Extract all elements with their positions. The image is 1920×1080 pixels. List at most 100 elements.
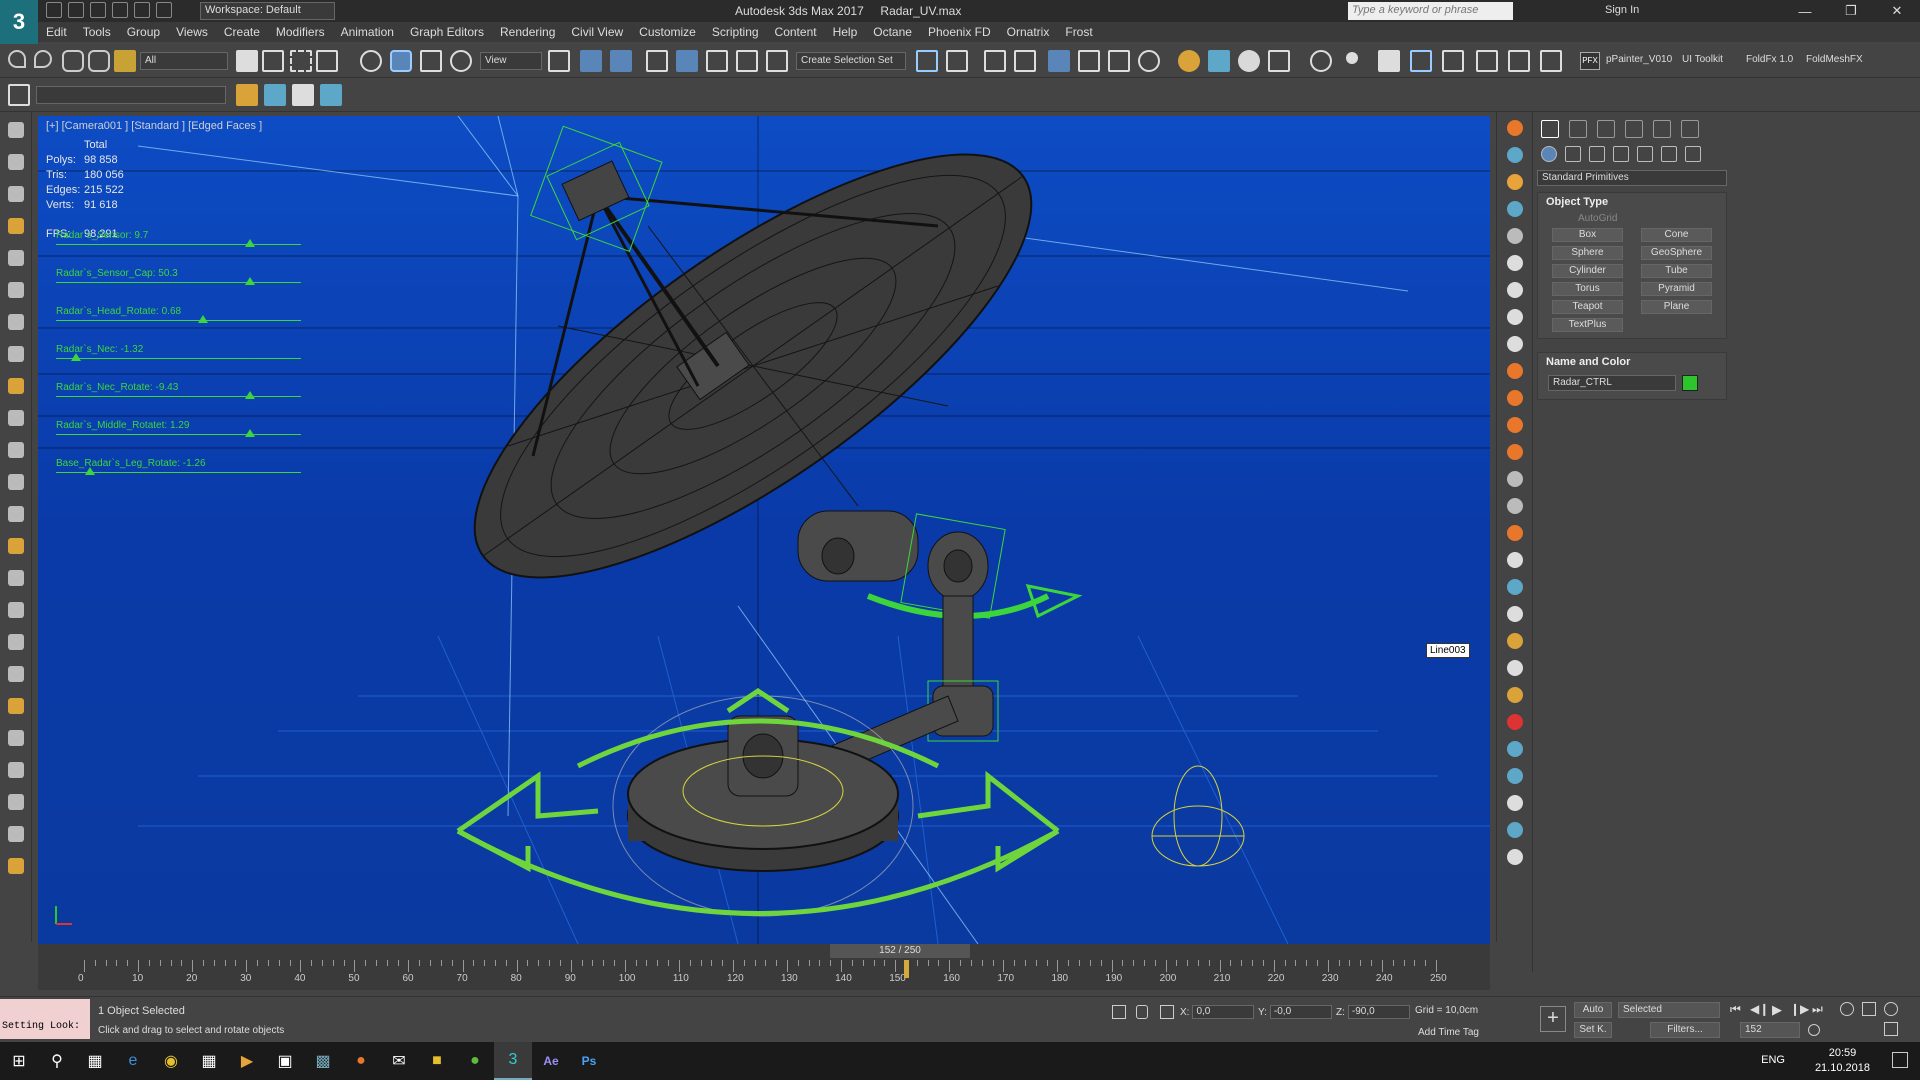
helper-sphere[interactable] xyxy=(1151,765,1245,867)
workspace-dropdown[interactable]: Workspace: Default xyxy=(200,2,335,20)
plugin-icon-1[interactable] xyxy=(1410,50,1432,72)
primitive-tube-button[interactable]: Tube xyxy=(1641,264,1712,278)
scene-render[interactable] xyxy=(38,116,1490,944)
globe-icon[interactable] xyxy=(1310,50,1332,72)
modify-tab-icon[interactable] xyxy=(1569,120,1587,138)
lights-icon[interactable] xyxy=(8,250,24,266)
menu-scripting[interactable]: Scripting xyxy=(704,25,767,39)
primitive-cone-button[interactable]: Cone xyxy=(1641,228,1712,242)
after-effects-icon[interactable]: Ae xyxy=(532,1042,570,1080)
tool-strip-icon[interactable] xyxy=(1507,363,1523,379)
tool-strip-icon[interactable] xyxy=(1507,228,1523,244)
search-icon[interactable]: ⚲ xyxy=(38,1042,76,1080)
render-region-icon[interactable] xyxy=(1268,50,1290,72)
redo-icon[interactable] xyxy=(134,2,150,18)
primitive-pyramid-button[interactable]: Pyramid xyxy=(1641,282,1712,296)
language-indicator[interactable]: ENG xyxy=(1761,1054,1785,1066)
close-icon[interactable]: ✕ xyxy=(1874,0,1920,22)
move-icon[interactable] xyxy=(360,50,382,72)
custom-slider[interactable]: Radar`s_Nec: -1.32 xyxy=(56,344,301,361)
scene-explorer-toggle-icon[interactable] xyxy=(8,84,30,106)
greenshot-icon[interactable]: ● xyxy=(456,1042,494,1080)
slider-track[interactable] xyxy=(56,282,301,283)
render-icon[interactable] xyxy=(8,218,24,234)
menu-customize[interactable]: Customize xyxy=(631,25,704,39)
category-dropdown[interactable]: Standard Primitives xyxy=(1537,170,1727,186)
menu-ornatrix[interactable]: Ornatrix xyxy=(999,25,1058,39)
foldmeshfx-button[interactable]: FoldMeshFX xyxy=(1806,54,1863,65)
tool-strip-icon[interactable] xyxy=(1507,660,1523,676)
minimize-icon[interactable]: — xyxy=(1782,0,1828,22)
tool-strip-icon[interactable] xyxy=(1507,417,1523,433)
wind-icon[interactable] xyxy=(8,698,24,714)
custom-slider[interactable]: Radar`s_Nec_Rotate: -9.43 xyxy=(56,382,301,399)
new-file-icon[interactable] xyxy=(46,2,62,18)
tool-strip-icon[interactable] xyxy=(1507,498,1523,514)
display-tab-icon[interactable] xyxy=(1653,120,1671,138)
sun-icon[interactable] xyxy=(8,474,24,490)
create-tab-icon[interactable] xyxy=(1541,120,1559,138)
notes-icon[interactable]: ▩ xyxy=(304,1042,342,1080)
navigation-icon[interactable] xyxy=(8,122,24,138)
plugin-icon-4[interactable] xyxy=(1508,50,1530,72)
tool-strip-icon[interactable] xyxy=(1507,741,1523,757)
camera-icon[interactable] xyxy=(8,282,24,298)
select-manipulate-icon[interactable] xyxy=(580,50,602,72)
hierarchy-tab-icon[interactable] xyxy=(1597,120,1615,138)
scene-explorer-icon[interactable] xyxy=(984,50,1006,72)
task-view-icon[interactable]: ▦ xyxy=(76,1042,114,1080)
menu-create[interactable]: Create xyxy=(216,25,268,39)
place-icon[interactable] xyxy=(450,50,472,72)
keyboard-shortcut-icon[interactable] xyxy=(610,50,632,72)
region-select-icon[interactable] xyxy=(290,50,312,72)
tool-strip-icon[interactable] xyxy=(1507,309,1523,325)
next-frame-icon[interactable]: ❙▶ xyxy=(1790,1002,1809,1016)
menu-group[interactable]: Group xyxy=(119,25,168,39)
menu-edit[interactable]: Edit xyxy=(38,25,75,39)
start-icon[interactable]: ⊞ xyxy=(0,1042,38,1080)
cameras-icon[interactable] xyxy=(1613,146,1629,162)
tool-strip-icon[interactable] xyxy=(1507,849,1523,865)
tool-strip-icon[interactable] xyxy=(1507,795,1523,811)
primitive-plane-button[interactable]: Plane xyxy=(1641,300,1712,314)
slider-track[interactable] xyxy=(56,244,301,245)
hair-icon[interactable] xyxy=(8,666,24,682)
tool-strip-icon[interactable] xyxy=(1507,390,1523,406)
zoom-icon[interactable] xyxy=(1840,1002,1854,1016)
spacewarps-icon[interactable] xyxy=(1661,146,1677,162)
custom-slider[interactable]: Radar`s_Sensor_Cap: 50.3 xyxy=(56,268,301,285)
play-icon[interactable]: ▶ xyxy=(1772,1002,1782,1018)
material-editor-icon[interactable] xyxy=(1138,50,1160,72)
selection-filter-dropdown[interactable]: All xyxy=(140,52,228,70)
maxscript-listener[interactable]: Setting Look: xyxy=(0,999,90,1039)
orbit-icon[interactable] xyxy=(1884,1002,1898,1016)
tool-strip-icon[interactable] xyxy=(1507,471,1523,487)
custom-slider[interactable]: Radar`s_Sensor: 9.7 xyxy=(56,230,301,247)
maximize-icon[interactable]: ❐ xyxy=(1828,0,1874,22)
scale-icon[interactable] xyxy=(420,50,442,72)
tool-strip-icon[interactable] xyxy=(1507,552,1523,568)
photoshop-icon[interactable]: Ps xyxy=(570,1042,608,1080)
primitive-geosphere-button[interactable]: GeoSphere xyxy=(1641,246,1712,260)
object-type-title[interactable]: Object Type xyxy=(1538,193,1726,211)
snap-toggle-icon[interactable] xyxy=(646,50,668,72)
tool-strip-icon[interactable] xyxy=(1507,120,1523,136)
selection-set-dropdown[interactable]: Create Selection Set xyxy=(796,52,906,70)
script-icon[interactable] xyxy=(8,826,24,842)
link-icon[interactable] xyxy=(62,50,84,72)
tool-strip-icon[interactable] xyxy=(1507,606,1523,622)
radar-head-joint[interactable] xyxy=(797,510,1083,619)
tool-strip-icon[interactable] xyxy=(1507,768,1523,784)
primitive-textplus-button[interactable]: TextPlus xyxy=(1552,318,1623,332)
store-icon[interactable]: ▣ xyxy=(266,1042,304,1080)
unlink-icon[interactable] xyxy=(88,50,110,72)
tool-strip-icon[interactable] xyxy=(1507,444,1523,460)
plugin-icon-2[interactable] xyxy=(1442,50,1464,72)
tool-strip-icon[interactable] xyxy=(1507,336,1523,352)
foldfx-button[interactable]: FoldFx 1.0 xyxy=(1746,54,1793,65)
object-color-swatch[interactable] xyxy=(1682,375,1698,391)
autogrid-checkbox[interactable]: AutoGrid xyxy=(1538,211,1726,226)
brush-icon[interactable] xyxy=(8,570,24,586)
tool-strip-icon[interactable] xyxy=(1507,147,1523,163)
add-to-layer-icon[interactable] xyxy=(292,84,314,106)
